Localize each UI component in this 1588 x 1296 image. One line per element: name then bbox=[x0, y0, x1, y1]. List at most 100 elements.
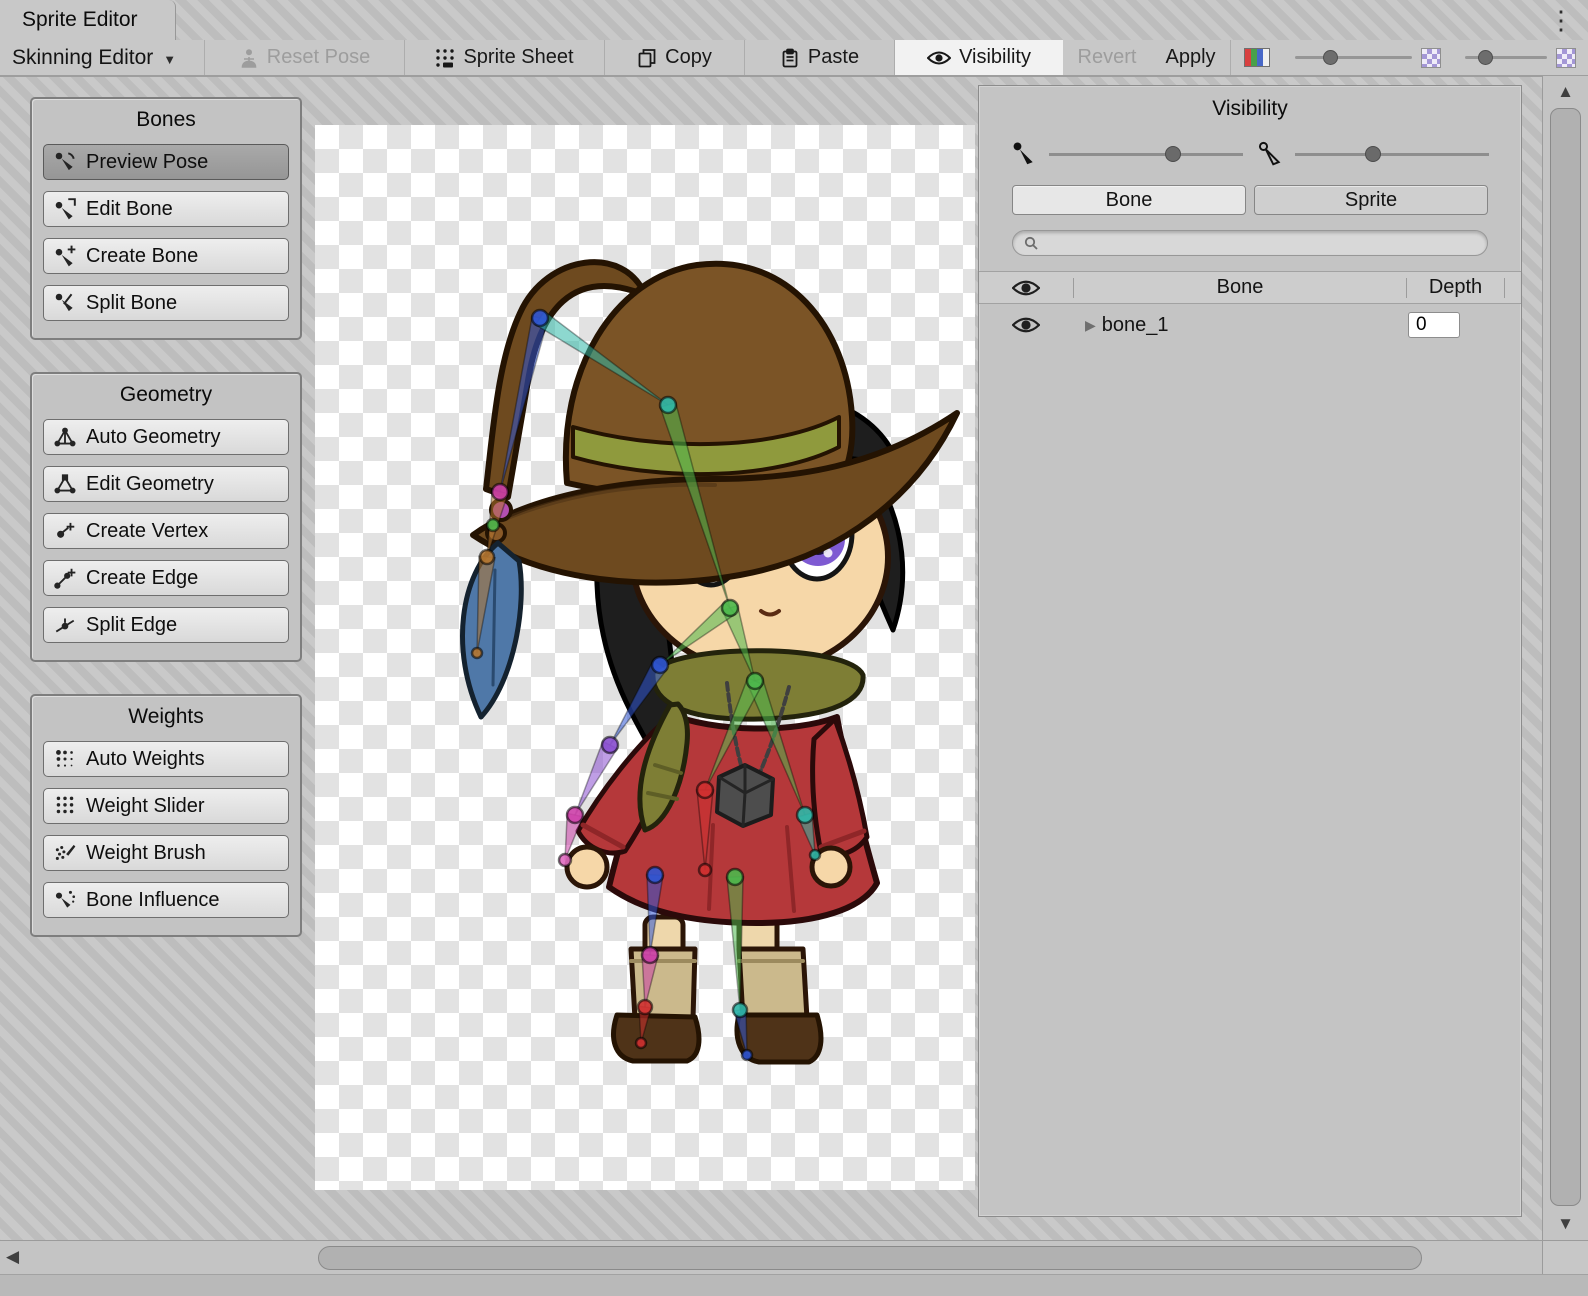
paste-label: Paste bbox=[808, 46, 859, 69]
revert-label: Revert bbox=[1078, 46, 1137, 69]
header-visibility-toggle[interactable] bbox=[979, 279, 1073, 297]
search-input[interactable] bbox=[1044, 233, 1476, 253]
create-vertex-button[interactable]: Create Vertex bbox=[43, 513, 289, 549]
tab-bone-label: Bone bbox=[1106, 189, 1153, 212]
apply-button[interactable]: Apply bbox=[1151, 40, 1231, 75]
create-edge-button[interactable]: Create Edge bbox=[43, 560, 289, 596]
copy-icon bbox=[637, 48, 657, 68]
edit-bone-button[interactable]: Edit Bone bbox=[43, 191, 289, 227]
chevron-down-icon: ▼ bbox=[163, 49, 176, 67]
bone-name-cell: ▶ bone_1 bbox=[1073, 314, 1408, 337]
split-bone-label: Split Bone bbox=[86, 292, 177, 315]
tab-bone[interactable]: Bone bbox=[1012, 185, 1246, 215]
horizontal-scrollbar-thumb[interactable] bbox=[318, 1246, 1422, 1270]
split-edge-button[interactable]: Split Edge bbox=[43, 607, 289, 643]
bone-opacity-knob[interactable] bbox=[1165, 146, 1181, 162]
scroll-down-icon[interactable]: ▼ bbox=[1543, 1214, 1588, 1234]
alpha-checker-icon[interactable] bbox=[1421, 48, 1441, 68]
bone-opacity-slider[interactable] bbox=[1011, 141, 1243, 167]
alpha-slider[interactable] bbox=[1283, 40, 1453, 75]
edit-geometry-button[interactable]: Edit Geometry bbox=[43, 466, 289, 502]
edit-geometry-label: Edit Geometry bbox=[86, 473, 214, 496]
auto-weights-button[interactable]: Auto Weights bbox=[43, 741, 289, 777]
weights-panel-title: Weights bbox=[32, 696, 300, 741]
visibility-panel: Visibility Bone Sprite bbox=[978, 85, 1522, 1217]
mode-dropdown[interactable]: Skinning Editor ▼ bbox=[0, 40, 205, 75]
revert-button[interactable]: Revert bbox=[1063, 40, 1151, 75]
scroll-left-icon[interactable]: ◀ bbox=[6, 1247, 19, 1267]
tab-title: Sprite Editor bbox=[22, 8, 138, 32]
window-menu-icon[interactable]: ⋮ bbox=[1548, 4, 1574, 36]
tab-sprite-editor[interactable]: Sprite Editor bbox=[0, 0, 176, 40]
weight-brush-button[interactable]: Weight Brush bbox=[43, 835, 289, 871]
mesh-opacity-track[interactable] bbox=[1295, 153, 1489, 156]
vertical-scrollbar[interactable]: ▲ ▼ bbox=[1542, 76, 1588, 1240]
tab-sprite[interactable]: Sprite bbox=[1254, 185, 1488, 215]
weight-slider-button[interactable]: Weight Slider bbox=[43, 788, 289, 824]
expander-icon[interactable]: ▶ bbox=[1085, 317, 1096, 334]
alpha-slider-track[interactable] bbox=[1295, 56, 1412, 59]
copy-button[interactable]: Copy bbox=[605, 40, 745, 75]
weight-slider-label: Weight Slider bbox=[86, 795, 205, 818]
visibility-button[interactable]: Visibility bbox=[895, 40, 1063, 75]
tab-sprite-label: Sprite bbox=[1345, 189, 1397, 212]
brightness-checker-icon[interactable] bbox=[1556, 48, 1576, 68]
visibility-panel-title: Visibility bbox=[979, 86, 1521, 121]
visibility-label: Visibility bbox=[959, 46, 1031, 69]
split-bone-icon bbox=[53, 291, 77, 315]
bone-influence-button[interactable]: Bone Influence bbox=[43, 882, 289, 918]
create-bone-button[interactable]: Create Bone bbox=[43, 238, 289, 274]
bone-opacity-track[interactable] bbox=[1049, 153, 1243, 156]
bone-depth-cell bbox=[1408, 312, 1505, 338]
bones-panel: Bones Preview Pose Edit Bone Create Bone… bbox=[30, 97, 302, 340]
create-bone-label: Create Bone bbox=[86, 245, 198, 268]
apply-label: Apply bbox=[1165, 46, 1215, 69]
eye-icon bbox=[927, 50, 951, 66]
mode-label: Skinning Editor bbox=[12, 46, 153, 70]
bone-filled-icon bbox=[1011, 141, 1037, 167]
vertical-scrollbar-thumb[interactable] bbox=[1550, 108, 1581, 1206]
sprite-sheet-button[interactable]: Sprite Sheet bbox=[405, 40, 605, 75]
auto-geometry-button[interactable]: Auto Geometry bbox=[43, 419, 289, 455]
bottom-strip bbox=[0, 1274, 1588, 1296]
geometry-panel-title: Geometry bbox=[32, 374, 300, 419]
brightness-slider[interactable] bbox=[1453, 40, 1588, 75]
preview-pose-button[interactable]: Preview Pose bbox=[43, 144, 289, 180]
split-bone-button[interactable]: Split Bone bbox=[43, 285, 289, 321]
auto-geometry-icon bbox=[53, 425, 77, 449]
sprite-canvas[interactable] bbox=[315, 125, 975, 1190]
reset-pose-button[interactable]: Reset Pose bbox=[205, 40, 405, 75]
scrollbar-corner bbox=[1542, 1240, 1588, 1274]
bone-name-label: bone_1 bbox=[1102, 314, 1169, 337]
create-edge-label: Create Edge bbox=[86, 567, 198, 590]
eye-icon bbox=[1012, 279, 1040, 297]
scroll-up-icon[interactable]: ▲ bbox=[1543, 82, 1588, 102]
paste-button[interactable]: Paste bbox=[745, 40, 895, 75]
header-bone-column[interactable]: Bone bbox=[1074, 276, 1406, 299]
auto-weights-icon bbox=[53, 747, 77, 771]
reset-pose-label: Reset Pose bbox=[267, 46, 370, 69]
create-bone-icon bbox=[53, 244, 77, 268]
weights-panel: Weights Auto Weights Weight Slider Weigh… bbox=[30, 694, 302, 937]
row-visibility-toggle[interactable] bbox=[979, 316, 1073, 334]
eye-icon bbox=[1012, 316, 1040, 334]
bone-influence-icon bbox=[53, 888, 77, 912]
alpha-slider-knob[interactable] bbox=[1323, 50, 1338, 65]
search-field[interactable] bbox=[1012, 230, 1488, 256]
depth-input[interactable] bbox=[1408, 312, 1460, 338]
brightness-slider-track[interactable] bbox=[1465, 56, 1547, 59]
sprite-sheet-icon bbox=[435, 48, 455, 68]
horizontal-scrollbar[interactable]: ◀ bbox=[0, 1240, 1542, 1274]
search-icon bbox=[1024, 236, 1038, 250]
bone-outline-icon bbox=[1257, 141, 1283, 167]
weight-slider-icon bbox=[53, 794, 77, 818]
weight-brush-label: Weight Brush bbox=[86, 842, 206, 865]
header-depth-label: Depth bbox=[1429, 276, 1482, 299]
visibility-tabs: Bone Sprite bbox=[1012, 185, 1488, 215]
brightness-slider-knob[interactable] bbox=[1478, 50, 1493, 65]
mesh-opacity-slider[interactable] bbox=[1257, 141, 1489, 167]
color-mode-swatch[interactable] bbox=[1231, 40, 1283, 75]
mesh-opacity-knob[interactable] bbox=[1365, 146, 1381, 162]
header-depth-column[interactable]: Depth bbox=[1407, 276, 1504, 299]
color-swatch-icon bbox=[1244, 48, 1270, 67]
